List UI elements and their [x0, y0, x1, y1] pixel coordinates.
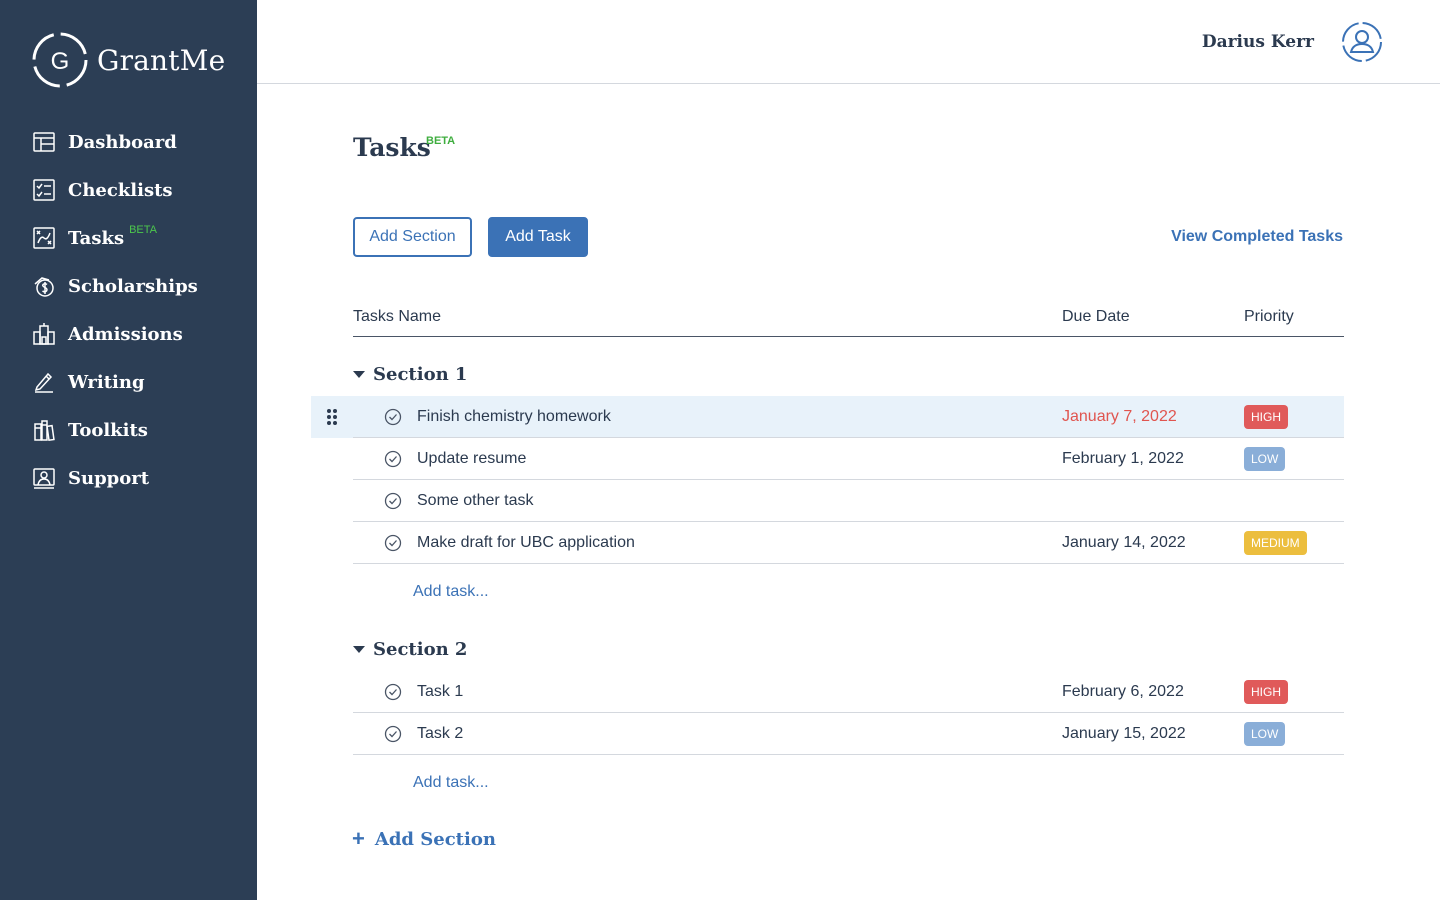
priority-badge: LOW [1244, 722, 1286, 746]
add-task-button[interactable]: Add Task [488, 217, 588, 257]
check-circle-icon[interactable] [384, 725, 402, 743]
task-row[interactable]: Make draft for UBC application January 1… [353, 522, 1344, 564]
pencil-icon [32, 370, 56, 394]
task-name: Task 2 [417, 725, 464, 742]
sidebar-item-writing[interactable]: Writing [0, 358, 257, 406]
logo[interactable]: G GrantMe [31, 31, 225, 89]
task-name: Some other task [417, 492, 534, 509]
task-row[interactable]: Update resume February 1, 2022 LOW [353, 438, 1344, 480]
sidebar-item-dashboard[interactable]: Dashboard [0, 118, 257, 166]
user-name[interactable]: Darius Kerr [1202, 32, 1314, 52]
top-header: Darius Kerr [257, 0, 1440, 84]
svg-text:G: G [51, 48, 70, 75]
support-icon [32, 466, 56, 490]
sidebar-item-label: Tasks [68, 227, 125, 249]
task-row[interactable]: Finish chemistry homework January 7, 202… [311, 396, 1344, 438]
task-name: Task 1 [417, 683, 464, 700]
task-row[interactable]: Task 1 February 6, 2022 HIGH [353, 671, 1344, 713]
add-section-label: Add Section [374, 828, 496, 850]
check-circle-icon[interactable] [384, 492, 402, 510]
sidebar-item-label: Checklists [68, 179, 173, 201]
sidebar: G GrantMe Dashboard Checklists Tasks BET… [0, 0, 257, 900]
priority-badge: HIGH [1244, 680, 1288, 704]
drag-handle-icon[interactable] [311, 396, 353, 438]
task-due-date: January 15, 2022 [1062, 725, 1186, 742]
table-header-divider [353, 336, 1344, 337]
task-row[interactable]: Task 2 January 15, 2022 LOW [353, 713, 1344, 755]
section-header[interactable]: Section 2 [353, 637, 467, 661]
toolkit-icon [32, 418, 56, 442]
sidebar-item-label: Toolkits [68, 419, 148, 441]
sidebar-item-tasks[interactable]: Tasks BETA [0, 214, 257, 262]
caret-down-icon [353, 645, 365, 653]
priority-badge: MEDIUM [1244, 531, 1307, 555]
sidebar-item-toolkits[interactable]: Toolkits [0, 406, 257, 454]
sidebar-nav: Dashboard Checklists Tasks BETA Scholars… [0, 118, 257, 502]
sidebar-item-label: Scholarships [68, 275, 198, 297]
column-header-name: Tasks Name [353, 308, 442, 325]
grantme-logo-icon: G [32, 32, 88, 88]
add-task-link[interactable]: Add task... [413, 774, 489, 792]
sidebar-item-label: Writing [68, 371, 145, 393]
admissions-icon [32, 322, 56, 346]
task-name: Finish chemistry homework [417, 408, 611, 425]
check-circle-icon[interactable] [384, 450, 402, 468]
dashboard-icon [32, 130, 56, 154]
task-name: Make draft for UBC application [417, 534, 635, 551]
add-section-button[interactable]: Add Section [353, 217, 472, 257]
section-title: Section 1 [373, 363, 468, 385]
task-name: Update resume [417, 450, 527, 467]
check-circle-icon[interactable] [384, 534, 402, 552]
scholarship-icon [32, 274, 56, 298]
app-name: GrantMe [97, 43, 226, 77]
task-due-date: February 6, 2022 [1062, 683, 1184, 700]
sidebar-item-scholarships[interactable]: Scholarships [0, 262, 257, 310]
priority-badge: HIGH [1244, 405, 1288, 429]
sidebar-item-admissions[interactable]: Admissions [0, 310, 257, 358]
task-row[interactable]: Some other task [353, 480, 1344, 522]
check-circle-icon[interactable] [384, 408, 402, 426]
add-section-link[interactable]: + Add Section [352, 828, 496, 850]
column-header-due-date: Due Date [1062, 308, 1130, 325]
add-task-link[interactable]: Add task... [413, 583, 489, 601]
sidebar-item-label: Admissions [68, 323, 183, 345]
sidebar-item-label: Dashboard [68, 131, 177, 153]
check-circle-icon[interactable] [384, 683, 402, 701]
section-header[interactable]: Section 1 [353, 362, 467, 386]
caret-down-icon [353, 370, 365, 378]
priority-badge: LOW [1244, 447, 1286, 471]
sidebar-item-checklists[interactable]: Checklists [0, 166, 257, 214]
task-due-date: January 14, 2022 [1062, 534, 1186, 551]
plus-icon: + [352, 826, 365, 851]
task-due-date: February 1, 2022 [1062, 450, 1184, 467]
sidebar-item-support[interactable]: Support [0, 454, 257, 502]
task-due-date: January 7, 2022 [1062, 408, 1177, 425]
tasks-icon [32, 226, 56, 250]
user-avatar-icon[interactable] [1341, 21, 1383, 63]
view-completed-tasks-link[interactable]: View Completed Tasks [1171, 228, 1343, 246]
beta-badge: BETA [426, 135, 456, 147]
section-title: Section 2 [373, 638, 468, 660]
beta-badge: BETA [129, 224, 157, 236]
checklist-icon [32, 178, 56, 202]
column-header-priority: Priority [1244, 308, 1294, 325]
page-title: Tasks [353, 133, 431, 162]
sidebar-item-label: Support [68, 467, 150, 489]
